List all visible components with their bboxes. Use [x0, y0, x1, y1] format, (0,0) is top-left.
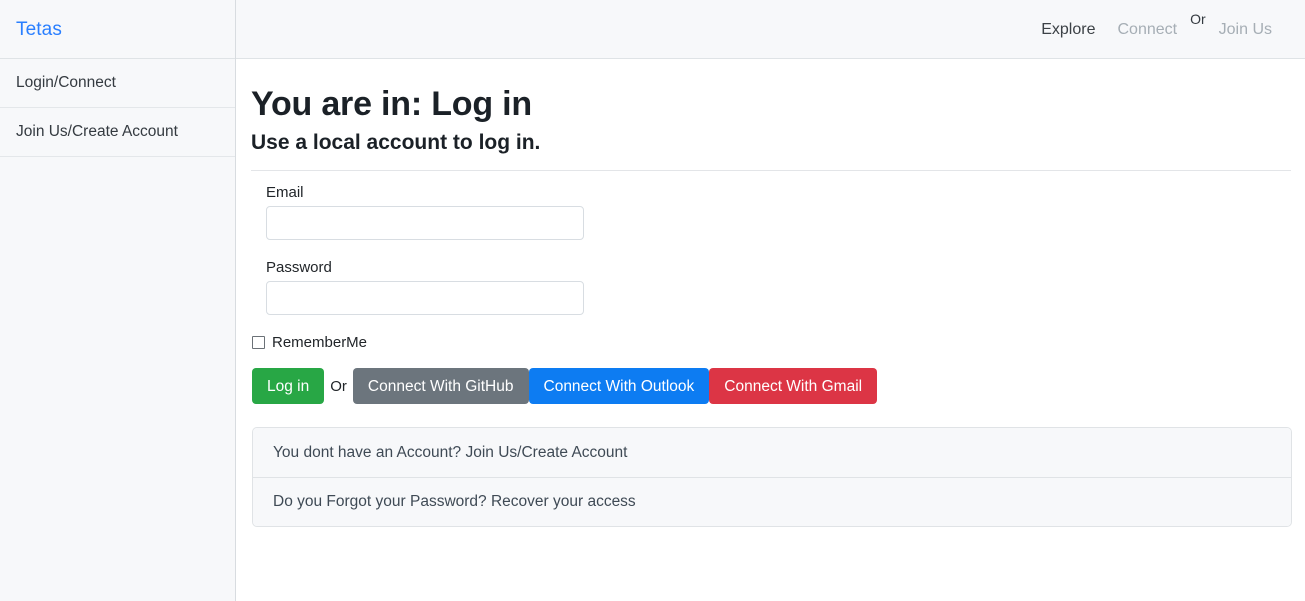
sidebar: Tetas Login/Connect Join Us/Create Accou…: [0, 0, 236, 601]
sidebar-item-label: Login/Connect: [16, 74, 116, 92]
remember-me-label: RememberMe: [272, 334, 368, 352]
sidebar-item-label: Join Us/Create Account: [16, 123, 178, 141]
nav-or-separator: Or: [1190, 10, 1206, 27]
sidebar-nav: Login/Connect Join Us/Create Account: [0, 59, 235, 157]
password-input[interactable]: [266, 281, 584, 316]
list-item-recover-password[interactable]: Do you Forgot your Password? Recover you…: [253, 477, 1291, 527]
buttons-or-separator: Or: [330, 377, 347, 395]
login-form: Email Password RememberMe Log in Or Conn…: [251, 171, 1292, 528]
connect-with-gmail-button[interactable]: Connect With Gmail: [709, 368, 878, 405]
top-bar: Explore Connect Or Join Us: [236, 0, 1305, 59]
connect-with-outlook-button[interactable]: Connect With Outlook: [528, 368, 710, 405]
app-root: Tetas Login/Connect Join Us/Create Accou…: [0, 0, 1305, 601]
remember-me-checkbox[interactable]: [252, 336, 265, 350]
log-in-button[interactable]: Log in: [252, 368, 325, 405]
sidebar-item-join-us[interactable]: Join Us/Create Account: [0, 108, 235, 157]
list-item-create-account[interactable]: You dont have an Account? Join Us/Create…: [253, 428, 1291, 478]
sidebar-item-login-connect[interactable]: Login/Connect: [0, 59, 235, 108]
top-nav: Explore Connect Or Join Us: [1030, 11, 1283, 38]
nav-link-explore[interactable]: Explore: [1030, 21, 1106, 38]
remember-me-row[interactable]: RememberMe: [252, 335, 1292, 350]
brand-row: Tetas: [0, 0, 235, 59]
main-content: You are in: Log in Use a local account t…: [236, 59, 1305, 601]
account-links-list: You dont have an Account? Join Us/Create…: [252, 427, 1292, 528]
brand-link[interactable]: Tetas: [16, 20, 62, 39]
page-title: You are in: Log in: [251, 85, 532, 123]
nav-link-connect[interactable]: Connect: [1106, 21, 1188, 38]
content-column: Explore Connect Or Join Us You are in: L…: [236, 0, 1305, 601]
email-input[interactable]: [266, 206, 584, 241]
nav-link-join-us[interactable]: Join Us: [1208, 21, 1283, 38]
password-label: Password: [266, 259, 332, 277]
email-label: Email: [266, 184, 304, 202]
page-subtitle: Use a local account to log in.: [251, 131, 541, 155]
connect-with-github-button[interactable]: Connect With GitHub: [352, 368, 529, 405]
action-button-row: Log in Or Connect With GitHub Connect Wi…: [252, 368, 1292, 405]
